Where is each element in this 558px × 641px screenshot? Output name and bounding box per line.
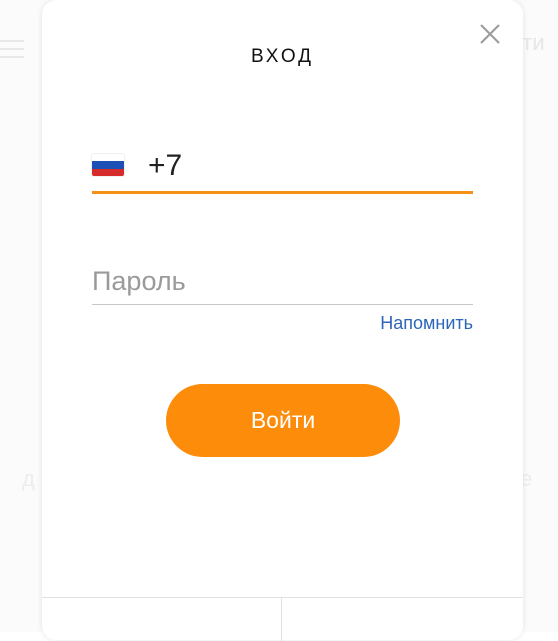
bottom-divider — [281, 598, 282, 641]
bottom-bar — [42, 597, 523, 641]
login-modal: ВХОД Напомнить Войти — [42, 0, 523, 641]
close-button[interactable] — [478, 22, 502, 46]
remind-password-link[interactable]: Напомнить — [362, 313, 473, 334]
password-field — [92, 255, 473, 305]
background-text-left: д — [22, 466, 35, 491]
close-icon — [480, 24, 500, 44]
password-input[interactable] — [92, 261, 473, 301]
hamburger-menu-icon — [0, 40, 24, 60]
russia-flag-icon[interactable] — [92, 154, 124, 176]
phone-field — [92, 140, 473, 194]
login-button[interactable]: Войти — [166, 384, 400, 457]
phone-input[interactable] — [148, 148, 468, 184]
modal-title: ВХОД — [250, 46, 315, 67]
